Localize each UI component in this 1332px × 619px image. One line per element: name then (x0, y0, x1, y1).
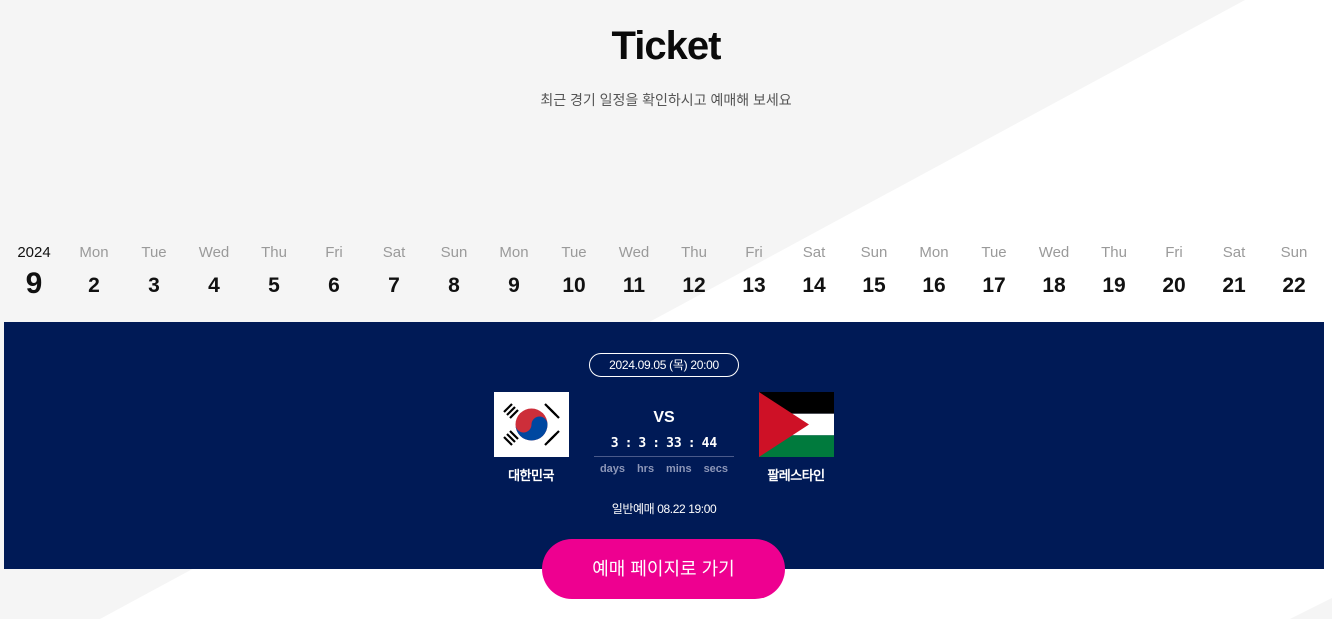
date-calendar-strip: 2024 9 Mon 2 Tue 3 Wed 4 Thu 5 Fri 6 Sat 7 Sun… (4, 243, 1324, 307)
countdown-separator: : (652, 436, 661, 451)
calendar-day[interactable]: Wed 18 (1024, 243, 1084, 298)
calendar-day-of-week: Mon (499, 244, 529, 261)
calendar-year: 2024 (17, 244, 51, 261)
calendar-day-of-week: Wed (1038, 244, 1070, 261)
calendar-day-number: 4 (208, 274, 220, 297)
calendar-day-of-week: Mon (919, 244, 949, 261)
calendar-day[interactable]: Fri 13 (724, 243, 784, 298)
calendar-day-of-week: Tue (981, 244, 1007, 261)
calendar-day[interactable]: Thu 12 (664, 243, 724, 298)
calendar-day-number: 7 (388, 274, 400, 297)
calendar-day[interactable]: Thu 19 (1084, 243, 1144, 298)
calendar-day-number: 21 (1222, 274, 1246, 297)
calendar-day-number: 5 (268, 274, 280, 297)
countdown-separator: : (624, 436, 633, 451)
calendar-day-of-week: Sun (440, 244, 468, 261)
south-korea-flag-icon (494, 392, 569, 457)
countdown-label-hrs: hrs (636, 463, 655, 475)
calendar-day-of-week: Sat (802, 244, 826, 261)
home-team-name: 대한민국 (508, 468, 554, 483)
calendar-day-of-week: Wed (198, 244, 230, 261)
page-title: Ticket (611, 24, 722, 68)
calendar-day-number: 15 (862, 274, 886, 297)
calendar-day[interactable]: Sat 21 (1204, 243, 1264, 298)
calendar-day[interactable]: Sat 7 (364, 243, 424, 298)
match-datetime-badge: 2024.09.05 (목) 20:00 (589, 353, 739, 377)
countdown-mins: 33 (666, 436, 682, 451)
calendar-day-number: 14 (802, 274, 826, 297)
calendar-day-number: 16 (922, 274, 946, 297)
calendar-month: 9 (25, 267, 43, 300)
calendar-day-number: 6 (328, 274, 340, 297)
south-korea-flag-graphic (494, 392, 569, 457)
calendar-day-number: 3 (148, 274, 160, 297)
go-to-booking-button[interactable]: 예매 페이지로 가기 (542, 539, 785, 599)
calendar-day[interactable]: Mon 16 (904, 243, 964, 298)
vs-label: VS (653, 409, 675, 426)
calendar-day-of-week: Fri (325, 244, 343, 261)
calendar-day-number: 8 (448, 274, 460, 297)
countdown-hrs: 3 (638, 436, 647, 451)
calendar-day[interactable]: Tue 3 (124, 243, 184, 298)
calendar-day[interactable]: Mon 9 (484, 243, 544, 298)
calendar-day-number: 17 (982, 274, 1006, 297)
calendar-day-of-week: Fri (745, 244, 763, 261)
calendar-day[interactable]: Sun 22 (1264, 243, 1324, 298)
countdown-label-days: days (599, 463, 626, 475)
calendar-day[interactable]: Thu 5 (244, 243, 304, 298)
calendar-day-of-week: Thu (261, 244, 287, 261)
calendar-day-number: 9 (508, 274, 520, 297)
calendar-day-number: 18 (1042, 274, 1066, 297)
countdown-divider (594, 456, 734, 457)
calendar-day-of-week: Tue (141, 244, 167, 261)
calendar-day-number: 13 (742, 274, 766, 297)
calendar-day[interactable]: Mon 2 (64, 243, 124, 298)
calendar-year-month: 2024 9 (4, 243, 64, 300)
page-subtitle: 최근 경기 일정을 확인하시고 예매해 보세요 (540, 92, 792, 108)
calendar-day[interactable]: Tue 10 (544, 243, 604, 298)
calendar-day-of-week: Mon (79, 244, 109, 261)
palestine-flag-graphic (759, 392, 834, 457)
countdown-label-secs: secs (703, 463, 729, 475)
calendar-day-number: 19 (1102, 274, 1126, 297)
calendar-day-number: 11 (622, 274, 646, 297)
calendar-day[interactable]: Fri 20 (1144, 243, 1204, 298)
palestine-flag-icon (759, 392, 834, 457)
calendar-day-number: 12 (682, 274, 706, 297)
calendar-day[interactable]: Tue 17 (964, 243, 1024, 298)
countdown-days: 3 (610, 436, 619, 451)
calendar-day[interactable]: Sun 15 (844, 243, 904, 298)
calendar-day-of-week: Sat (382, 244, 406, 261)
presale-info: 일반예매 08.22 19:00 (611, 502, 717, 516)
calendar-day-of-week: Wed (618, 244, 650, 261)
countdown-separator: : (687, 436, 696, 451)
calendar-day-number: 2 (88, 274, 100, 297)
calendar-day-of-week: Thu (681, 244, 707, 261)
calendar-day-number: 20 (1162, 274, 1186, 297)
calendar-day-number: 22 (1282, 274, 1306, 297)
countdown-secs: 44 (701, 436, 718, 451)
countdown-timer: 3:3:33:44 (594, 436, 734, 451)
calendar-day-of-week: Sun (860, 244, 888, 261)
calendar-day[interactable]: Sat 14 (784, 243, 844, 298)
away-team-name: 팔레스타인 (767, 468, 825, 483)
countdown-label-mins: mins (665, 463, 692, 475)
calendar-day[interactable]: Wed 4 (184, 243, 244, 298)
calendar-day-of-week: Sun (1280, 244, 1308, 261)
calendar-day[interactable]: Fri 6 (304, 243, 364, 298)
calendar-day[interactable]: Wed 11 (604, 243, 664, 298)
calendar-day-of-week: Sat (1222, 244, 1246, 261)
calendar-day-of-week: Thu (1101, 244, 1127, 261)
match-card: 2024.09.05 (목) 20:00 대한민국 VS 3: 3: 33 … (4, 322, 1324, 569)
calendar-day-of-week: Fri (1165, 244, 1183, 261)
countdown-labels: days hrs mins secs (594, 463, 734, 475)
calendar-day-of-week: Tue (561, 244, 587, 261)
calendar-day[interactable]: Sun 8 (424, 243, 484, 298)
calendar-day-number: 10 (562, 274, 586, 297)
